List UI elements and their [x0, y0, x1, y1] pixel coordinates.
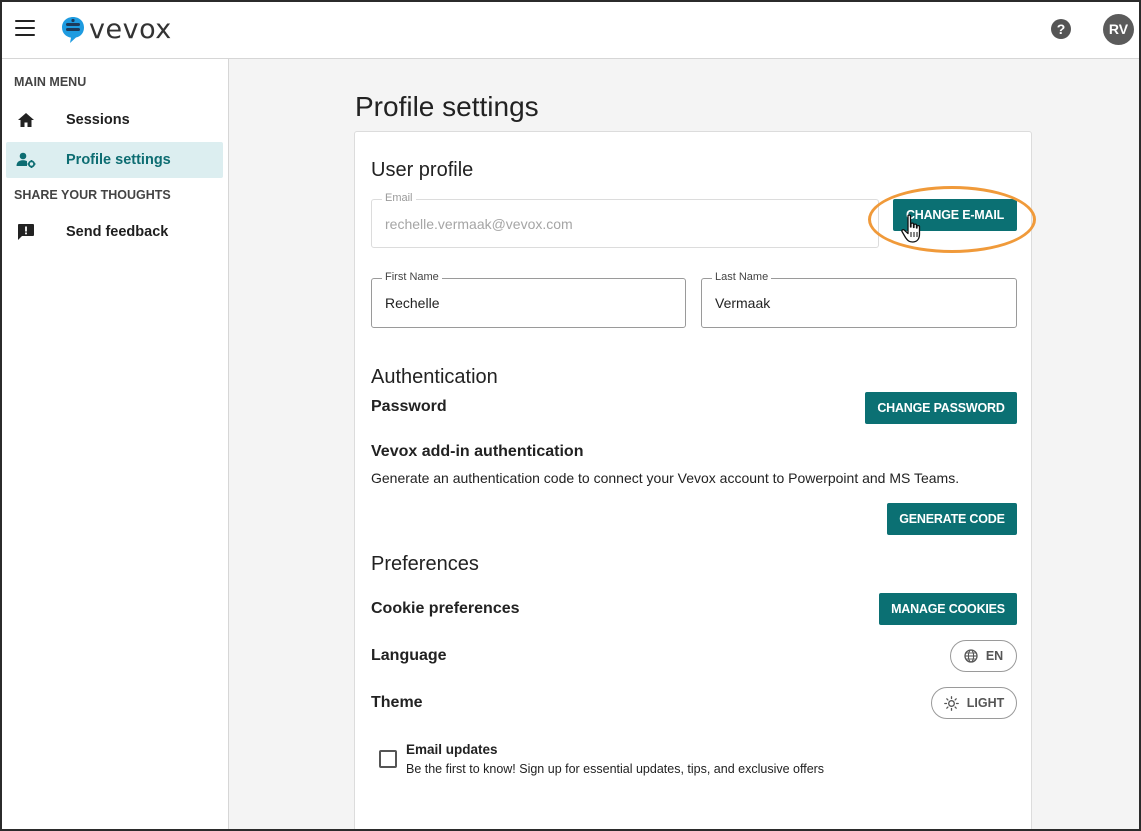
addin-auth-description: Generate an authentication code to conne… [371, 470, 960, 486]
main-content: Profile settings User profile Email CHAN… [230, 59, 1139, 829]
first-name-input[interactable] [385, 295, 667, 311]
sidebar-item-profile-settings[interactable]: Profile settings [6, 142, 223, 178]
email-updates-checkbox[interactable] [379, 750, 397, 768]
sidebar: MAIN MENU Sessions Profile settings SHAR… [2, 59, 229, 829]
last-name-input[interactable] [715, 295, 998, 311]
authentication-heading: Authentication [371, 366, 498, 388]
sidebar-item-label: Send feedback [66, 224, 169, 240]
sidebar-item-sessions[interactable]: Sessions [6, 102, 223, 138]
manage-cookies-button[interactable]: MANAGE COOKIES [879, 593, 1017, 625]
sun-icon [943, 695, 959, 711]
theme-label: Theme [371, 694, 423, 711]
app-window: vevox ? RV MAIN MENU Sessions Profile se… [0, 0, 1141, 831]
user-avatar[interactable]: RV [1103, 14, 1134, 45]
feedback-icon [16, 222, 36, 242]
generate-code-button[interactable]: GENERATE CODE [887, 503, 1017, 535]
last-name-field[interactable]: Last Name [701, 271, 1017, 328]
home-icon [16, 110, 36, 130]
email-updates-description: Be the first to know! Sign up for essent… [406, 762, 825, 776]
preferences-heading: Preferences [371, 553, 479, 575]
email-field: Email [371, 192, 879, 248]
help-icon[interactable]: ? [1051, 19, 1071, 39]
last-name-label: Last Name [712, 271, 772, 283]
top-bar: vevox ? RV [2, 2, 1139, 59]
share-thoughts-label: SHARE YOUR THOUGHTS [14, 188, 171, 202]
theme-selector[interactable]: LIGHT [931, 687, 1017, 719]
cookie-preferences-label: Cookie preferences [371, 600, 520, 617]
first-name-label: First Name [382, 271, 442, 283]
vevox-logo-icon [62, 17, 84, 43]
logo-text: vevox [89, 14, 172, 45]
email-updates-title: Email updates [406, 742, 498, 757]
language-selector[interactable]: EN [950, 640, 1017, 672]
change-email-button[interactable]: CHANGE E-MAIL [893, 199, 1017, 231]
theme-value: LIGHT [966, 696, 1005, 710]
page-title: Profile settings [355, 91, 539, 122]
vevox-logo[interactable]: vevox [61, 15, 172, 45]
profile-settings-card: User profile Email CHANGE E-MAIL First N… [354, 131, 1032, 829]
change-password-button[interactable]: CHANGE PASSWORD [865, 392, 1017, 424]
user-settings-icon [16, 150, 36, 170]
sidebar-item-send-feedback[interactable]: Send feedback [6, 214, 223, 250]
user-profile-heading: User profile [371, 159, 474, 181]
first-name-field[interactable]: First Name [371, 271, 686, 328]
email-input [385, 216, 841, 232]
language-value: EN [985, 649, 1004, 663]
globe-icon [964, 649, 978, 663]
email-label: Email [382, 192, 416, 204]
addin-auth-heading: Vevox add-in authentication [371, 443, 584, 460]
main-menu-label: MAIN MENU [14, 75, 87, 89]
sidebar-item-label: Sessions [66, 112, 130, 128]
language-label: Language [371, 647, 447, 664]
sidebar-item-label: Profile settings [66, 152, 171, 168]
hamburger-menu-icon[interactable] [15, 20, 35, 38]
password-label: Password [371, 398, 447, 415]
